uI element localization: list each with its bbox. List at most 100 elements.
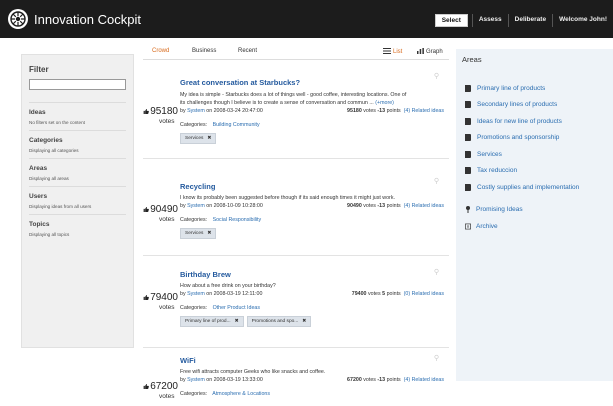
post-date: on 2008-10-09 10:28:00 bbox=[206, 203, 263, 209]
top-bar: Innovation Cockpit Select Assess Deliber… bbox=[0, 0, 613, 38]
nav-deliberate[interactable]: Deliberate bbox=[507, 14, 552, 27]
area-label: Secondary lines of products bbox=[477, 101, 558, 109]
remove-tag-icon[interactable]: ✖ bbox=[207, 136, 211, 141]
idea-description: Free wifi attracts computer Geeks who li… bbox=[180, 368, 448, 376]
stat-votes: 67200 bbox=[347, 377, 362, 383]
filter-input[interactable] bbox=[29, 79, 126, 90]
tag-label: Primary line of prod... bbox=[185, 319, 231, 324]
stat-points: 5 bbox=[382, 291, 386, 297]
idea-item: ⚲ 95180 votes Great conversation at Star… bbox=[143, 62, 449, 159]
tab-business[interactable]: Business bbox=[192, 48, 216, 54]
view-graph-label: Graph bbox=[426, 49, 443, 55]
stat-votes-label: votes bbox=[363, 108, 376, 114]
tab-recent[interactable]: Recent bbox=[238, 48, 257, 54]
idea-tags: Primary line of prod... ✖ Promotions and … bbox=[180, 316, 448, 327]
area-tag[interactable]: Services ✖ bbox=[180, 133, 217, 144]
related-ideas-link[interactable]: (4) Related ideas bbox=[404, 377, 444, 383]
idea-title[interactable]: Great conversation at Starbucks? bbox=[180, 78, 448, 87]
area-item[interactable]: Services bbox=[462, 146, 607, 163]
areas-panel: Areas Primary line of products Secondary… bbox=[456, 49, 613, 381]
area-item[interactable]: Tax reduccion bbox=[462, 163, 607, 180]
area-tag[interactable]: Services ✖ bbox=[180, 228, 217, 239]
categories-label: Categories: bbox=[180, 122, 208, 128]
app-logo[interactable]: Innovation Cockpit bbox=[8, 9, 141, 29]
nav-assess[interactable]: Assess bbox=[471, 14, 508, 27]
vote-count: 95180 bbox=[150, 106, 178, 117]
book-icon bbox=[465, 117, 471, 125]
areas-extra-list: Promising Ideas Archive bbox=[462, 202, 607, 235]
related-ideas-link[interactable]: (4) Related ideas bbox=[404, 108, 444, 114]
idea-categories: Categories: Atmosphere & Locations bbox=[180, 391, 448, 397]
idea-description: How about a free drink on your birthday? bbox=[180, 282, 448, 290]
idea-meta: by System on 2008-03-19 13:33:00 67200 v… bbox=[180, 377, 448, 385]
area-item[interactable]: Secondary lines of products bbox=[462, 97, 607, 114]
vote-box[interactable]: 79400 votes bbox=[143, 292, 178, 311]
vote-label: votes bbox=[159, 304, 175, 311]
area-item[interactable]: Costly supplies and implementation bbox=[462, 179, 607, 196]
thumbs-up-icon bbox=[143, 295, 149, 300]
idea-list: ⚲ 95180 votes Great conversation at Star… bbox=[143, 62, 449, 406]
list-icon bbox=[383, 48, 391, 56]
author-link[interactable]: System bbox=[187, 291, 205, 297]
filter-section-users[interactable]: Users Displaying ideas from all users bbox=[29, 186, 126, 214]
by-label: by bbox=[180, 291, 186, 297]
idea-body: Great conversation at Starbucks? My idea… bbox=[180, 78, 448, 144]
promising-ideas-label: Promising Ideas bbox=[476, 206, 523, 214]
remove-tag-icon[interactable]: ✖ bbox=[302, 319, 306, 324]
area-item[interactable]: Ideas for new line of products bbox=[462, 113, 607, 130]
filter-section-categories[interactable]: Categories Displaying all categories bbox=[29, 130, 126, 158]
remove-tag-icon[interactable]: ✖ bbox=[207, 231, 211, 236]
nav-select[interactable]: Select bbox=[434, 14, 468, 27]
filter-subtext: Displaying all areas bbox=[29, 176, 69, 181]
idea-title[interactable]: Recycling bbox=[180, 182, 448, 191]
category-link[interactable]: Atmosphere & Locations bbox=[212, 391, 270, 397]
author-link[interactable]: System bbox=[187, 203, 205, 209]
idea-tags: Services ✖ bbox=[180, 133, 448, 144]
archive-link[interactable]: Archive bbox=[462, 218, 607, 235]
related-ideas-link[interactable]: (0) Related ideas bbox=[404, 291, 444, 297]
filter-title: Filter bbox=[29, 65, 49, 74]
area-item[interactable]: Primary line of products bbox=[462, 80, 607, 97]
idea-title[interactable]: WiFi bbox=[180, 356, 448, 365]
category-link[interactable]: Building Community bbox=[213, 122, 260, 128]
tag-label: Services bbox=[185, 136, 204, 141]
related-ideas-link[interactable]: (4) Related ideas bbox=[404, 203, 444, 209]
vote-box[interactable]: 67200 votes bbox=[143, 381, 178, 400]
filter-section-ideas[interactable]: Ideas No filters set on the content bbox=[29, 102, 126, 130]
welcome-user[interactable]: Welcome John! bbox=[552, 14, 613, 27]
thumbs-up-icon bbox=[143, 109, 149, 114]
filter-section-areas[interactable]: Areas Displaying all areas bbox=[29, 158, 126, 186]
category-link[interactable]: Other Product Ideas bbox=[213, 305, 260, 311]
top-nav: Select Assess Deliberate Welcome John! bbox=[434, 14, 613, 27]
author-link[interactable]: System bbox=[187, 377, 205, 383]
post-date: on 2008-03-19 13:33:00 bbox=[206, 377, 263, 383]
idea-body: Birthday Brew How about a free drink on … bbox=[180, 270, 448, 327]
vote-box[interactable]: 90490 votes bbox=[143, 204, 178, 223]
filter-section-topics[interactable]: Topics Displaying all topics bbox=[29, 214, 126, 242]
stat-votes-label: votes bbox=[363, 377, 376, 383]
tab-crowd[interactable]: Crowd bbox=[152, 48, 169, 54]
idea-desc-line: I know its probably been suggested befor… bbox=[180, 195, 395, 201]
idea-description: My idea is simple - Starbucks does a lot… bbox=[180, 91, 448, 107]
stat-points-label: points bbox=[386, 377, 401, 383]
area-item[interactable]: Promotions and sponsorship bbox=[462, 130, 607, 147]
more-link[interactable]: (+more) bbox=[375, 100, 394, 106]
remove-tag-icon[interactable]: ✖ bbox=[235, 319, 239, 324]
area-tag[interactable]: Promotions and spo... ✖ bbox=[246, 316, 312, 327]
author-link[interactable]: System bbox=[187, 108, 205, 114]
idea-title[interactable]: Birthday Brew bbox=[180, 270, 448, 279]
area-tag[interactable]: Primary line of prod... ✖ bbox=[180, 316, 244, 327]
view-list-toggle[interactable]: List bbox=[383, 48, 402, 56]
tabs-divider bbox=[143, 59, 449, 60]
category-link[interactable]: Social Responsibility bbox=[213, 217, 262, 223]
area-label: Services bbox=[477, 150, 502, 158]
view-graph-toggle[interactable]: Graph bbox=[417, 48, 443, 56]
idea-categories: Categories: Social Responsibility bbox=[180, 217, 448, 223]
by-label: by bbox=[180, 377, 186, 383]
tag-label: Promotions and spo... bbox=[251, 319, 299, 324]
area-label: Ideas for new line of products bbox=[477, 117, 562, 125]
app-title: Innovation Cockpit bbox=[34, 11, 141, 27]
promising-ideas-link[interactable]: Promising Ideas bbox=[462, 202, 607, 219]
book-icon bbox=[465, 101, 471, 109]
vote-box[interactable]: 95180 votes bbox=[143, 106, 178, 125]
